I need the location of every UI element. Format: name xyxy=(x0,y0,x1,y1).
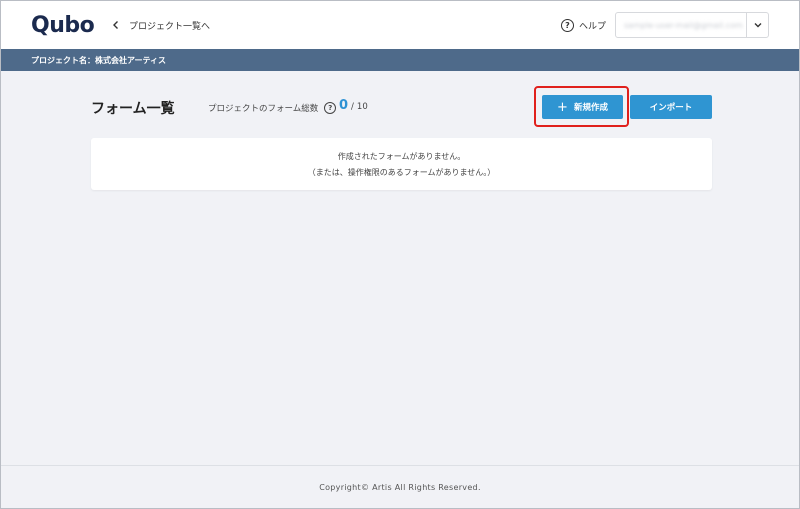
import-button[interactable]: インポート xyxy=(630,95,712,119)
footer: Copyright© Artis All Rights Reserved. xyxy=(1,465,799,508)
form-count-separator: / xyxy=(351,102,354,112)
project-name-bar: プロジェクト名：株式会社アーティス xyxy=(1,49,799,71)
page-title: フォーム一覧 xyxy=(91,101,175,117)
back-link-label: プロジェクト一覧へ xyxy=(129,21,211,32)
empty-state-card: 作成されたフォームがありません。 （または、操作権限のあるフォームがありません。… xyxy=(91,138,712,190)
back-to-projects-link[interactable]: プロジェクト一覧へ xyxy=(111,17,210,33)
new-form-label: 新規作成 xyxy=(573,103,608,113)
empty-state-line1: 作成されたフォームがありません。 xyxy=(337,151,466,161)
form-count-max: 10 xyxy=(356,102,368,112)
form-count: 0 / 10 xyxy=(339,98,368,113)
logo-text: Qubo xyxy=(31,12,95,38)
import-label: インポート xyxy=(649,103,693,113)
form-count-text: プロジェクトのフォーム総数 xyxy=(208,104,319,114)
form-count-current: 0 xyxy=(339,98,349,113)
chevron-down-icon xyxy=(754,23,761,28)
top-header: Qubo プロジェクト一覧へ ? ヘルプ sample-user-mail@gm… xyxy=(1,1,799,49)
plus-icon: + xyxy=(557,99,568,115)
logo[interactable]: Qubo xyxy=(31,11,95,39)
help-label: ヘルプ xyxy=(579,21,607,32)
form-count-label: プロジェクトのフォーム総数 ? xyxy=(208,102,337,114)
new-form-button[interactable]: + 新規作成 xyxy=(542,95,623,119)
help-icon: ? xyxy=(561,18,574,32)
empty-state-line2: （または、操作権限のあるフォームがありません。） xyxy=(307,167,496,177)
account-dropdown-toggle[interactable] xyxy=(746,13,768,37)
project-name: プロジェクト名：株式会社アーティス xyxy=(31,55,167,65)
count-help-icon[interactable]: ? xyxy=(324,102,337,114)
account-email: sample-user-mail@gmail.com xyxy=(624,20,743,30)
chevron-left-icon xyxy=(113,21,118,29)
copyright: Copyright© Artis All Rights Reserved. xyxy=(319,482,481,492)
help-button[interactable]: ? ヘルプ xyxy=(561,16,606,34)
account-menu[interactable]: sample-user-mail@gmail.com xyxy=(615,12,769,38)
